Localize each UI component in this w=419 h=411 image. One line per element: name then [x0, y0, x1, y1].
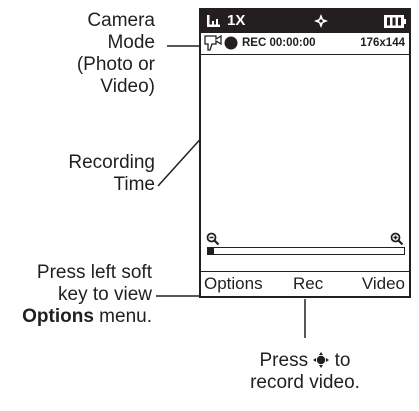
video-camera-icon [204, 35, 222, 51]
recording-time: REC 00:00:00 [242, 37, 316, 49]
callout-line: Camera [87, 10, 155, 31]
resolution-label: 176x144 [360, 37, 405, 49]
softkey-bar: Options Rec Video [201, 271, 409, 296]
options-bold-text: Options [22, 306, 94, 327]
viewfinder [201, 55, 409, 225]
callout-text: Press [259, 350, 314, 371]
video-softkey[interactable]: Video [362, 274, 405, 294]
record-indicator-icon [224, 36, 238, 50]
camera-info-bar: REC 00:00:00 176x144 [201, 33, 409, 55]
options-callout: Press left soft key to view Options menu… [0, 262, 152, 328]
callout-line: Options menu. [0, 306, 152, 328]
callout-line: (Photo or [76, 54, 155, 75]
callout-line: Video) [100, 76, 155, 97]
callout-line: Time [113, 174, 155, 195]
network-type: 1X [227, 12, 246, 29]
camera-mode-callout: Camera Mode (Photo or Video) [40, 10, 155, 98]
callout-text: to [329, 350, 351, 371]
callout-line: key to view [58, 284, 152, 305]
options-softkey[interactable]: Options [204, 274, 263, 294]
status-bar: 1X [201, 10, 409, 33]
phone-screen: 1X REC 00:00:00 176x144 Options Rec Vide… [199, 8, 411, 298]
signal-strength-icon [207, 15, 220, 27]
callout-text: menu. [93, 306, 152, 327]
nav-key-icon [313, 352, 330, 368]
zoom-slider[interactable] [207, 247, 405, 255]
callout-line: Recording [68, 152, 155, 173]
zoom-out-icon[interactable] [206, 232, 220, 246]
battery-icon [384, 15, 406, 28]
record-callout: Press to record video. [220, 350, 390, 394]
callout-line: Press left soft [36, 262, 152, 283]
gps-icon [314, 14, 328, 28]
zoom-in-icon[interactable] [390, 232, 404, 246]
callout-line: record video. [250, 372, 360, 393]
rec-softkey[interactable]: Rec [293, 274, 323, 294]
callout-line: Press to [220, 350, 390, 372]
recording-time-callout: Recording Time [40, 152, 155, 196]
callout-line: Mode [107, 32, 155, 53]
zoom-slider-fill [208, 248, 214, 254]
